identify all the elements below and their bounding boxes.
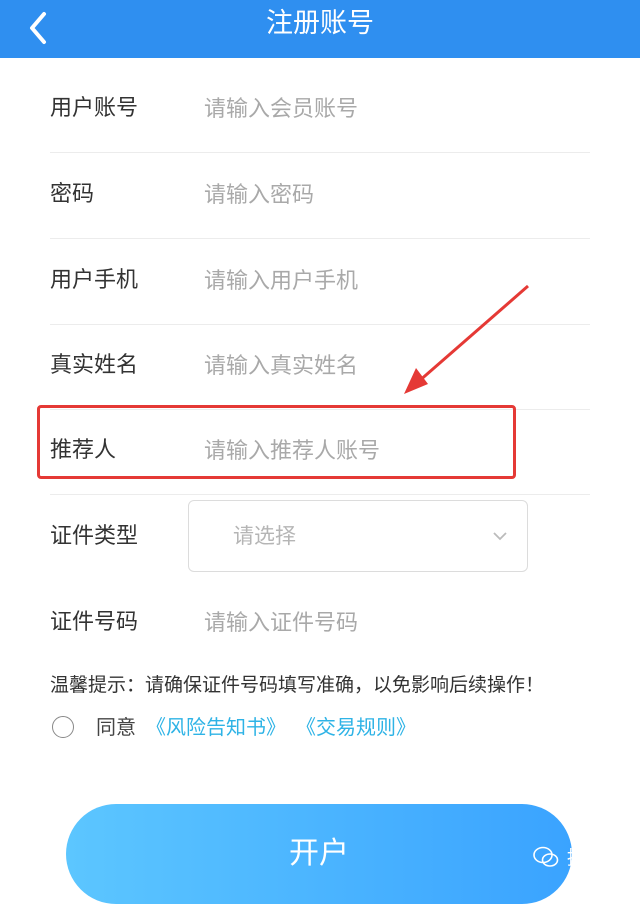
annotation-arrow xyxy=(404,284,529,394)
trading-rules-link[interactable]: 《交易规则》 xyxy=(296,712,416,742)
chevron-down-icon xyxy=(493,532,507,541)
wechat-icon xyxy=(533,846,559,867)
id-type-label: 证件类型 xyxy=(50,524,139,549)
warm-tip-text: 温馨提示：请确保证件号码填写准确，以免影响后续操作！ xyxy=(50,674,545,696)
id-number-row: 证件号码 xyxy=(50,580,590,666)
agree-radio[interactable] xyxy=(52,716,74,738)
id-type-select[interactable]: 请选择 xyxy=(188,500,528,572)
id-type-selected-value: 请选择 xyxy=(233,524,296,548)
watermark: 提销师 xyxy=(533,844,624,872)
id-number-label: 证件号码 xyxy=(50,610,139,635)
watermark-text: 提销师 xyxy=(566,847,624,869)
open-account-button[interactable]: 开户 xyxy=(66,804,572,904)
risk-notice-link[interactable]: 《风险告知书》 xyxy=(146,712,286,742)
agree-label: 同意 xyxy=(96,715,136,739)
id-number-input[interactable] xyxy=(204,604,564,642)
